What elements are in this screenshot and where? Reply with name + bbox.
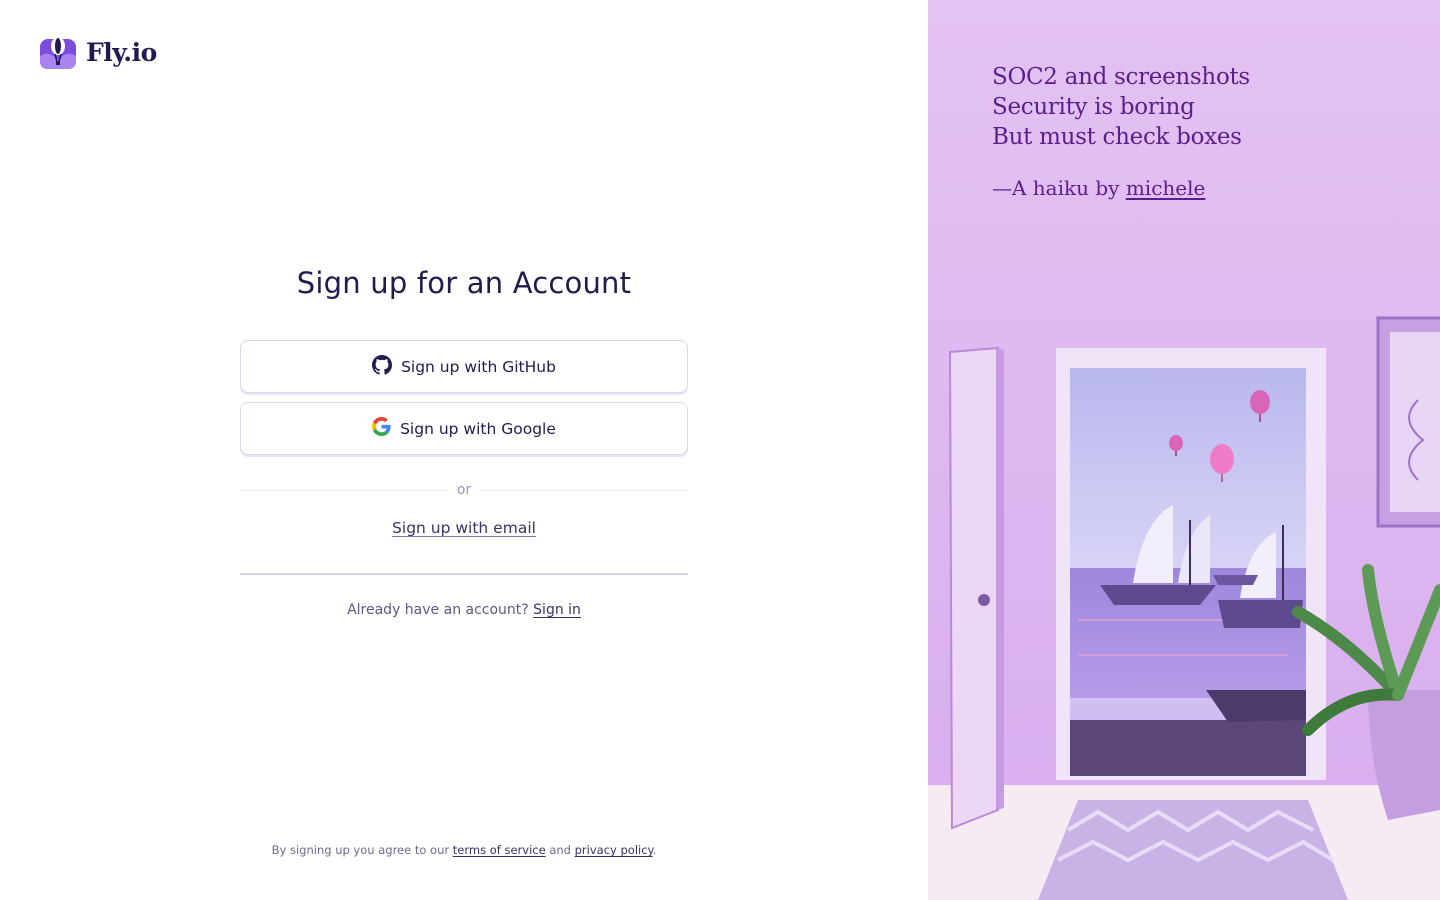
haiku: SOC2 and screenshots Security is boring …	[992, 62, 1250, 200]
terms-prefix: By signing up you agree to our	[271, 843, 450, 857]
signup-pane: Fly.io Sign up for an Account Sign up wi…	[0, 0, 928, 900]
haiku-line: SOC2 and screenshots	[992, 64, 1250, 90]
page-title: Sign up for an Account	[296, 266, 632, 300]
haiku-author-link[interactable]: michele	[1126, 176, 1206, 200]
already-text: Already have an account?	[347, 602, 529, 618]
sign-in-prompt: Already have an account? Sign in	[240, 602, 688, 618]
email-signup-link[interactable]: Sign up with email	[240, 519, 688, 537]
github-signup-button[interactable]: Sign up with GitHub	[240, 340, 688, 393]
terms-suffix: .	[652, 843, 657, 857]
haiku-credit: —A haiku by michele	[992, 176, 1250, 200]
terms-and: and	[549, 843, 571, 857]
illustration-panel: SOC2 and screenshots Security is boring …	[928, 0, 1440, 900]
github-signup-label: Sign up with GitHub	[401, 357, 556, 376]
brand-logo-link[interactable]: Fly.io	[40, 36, 157, 69]
google-icon	[372, 417, 391, 440]
haiku-line: Security is boring	[992, 94, 1195, 120]
divider-line	[240, 489, 449, 491]
brand-name: Fly.io	[86, 38, 157, 67]
divider-line	[479, 489, 689, 491]
haiku-credit-prefix: —A haiku by	[992, 176, 1120, 200]
terms-notice: By signing up you agree to our terms of …	[0, 843, 928, 857]
terms-of-service-link[interactable]: terms of service	[453, 843, 546, 857]
divider-text: or	[456, 482, 472, 498]
sign-in-link[interactable]: Sign in	[533, 602, 581, 618]
privacy-policy-link[interactable]: privacy policy	[575, 843, 653, 857]
section-divider	[240, 573, 688, 575]
haiku-line: But must check boxes	[992, 124, 1242, 150]
signup-form: Sign up for an Account Sign up with GitH…	[240, 266, 689, 618]
google-signup-button[interactable]: Sign up with Google	[240, 402, 688, 455]
fly-logo-icon	[40, 36, 76, 69]
github-icon	[372, 354, 393, 379]
google-signup-label: Sign up with Google	[400, 419, 556, 438]
or-divider: or	[240, 480, 689, 500]
